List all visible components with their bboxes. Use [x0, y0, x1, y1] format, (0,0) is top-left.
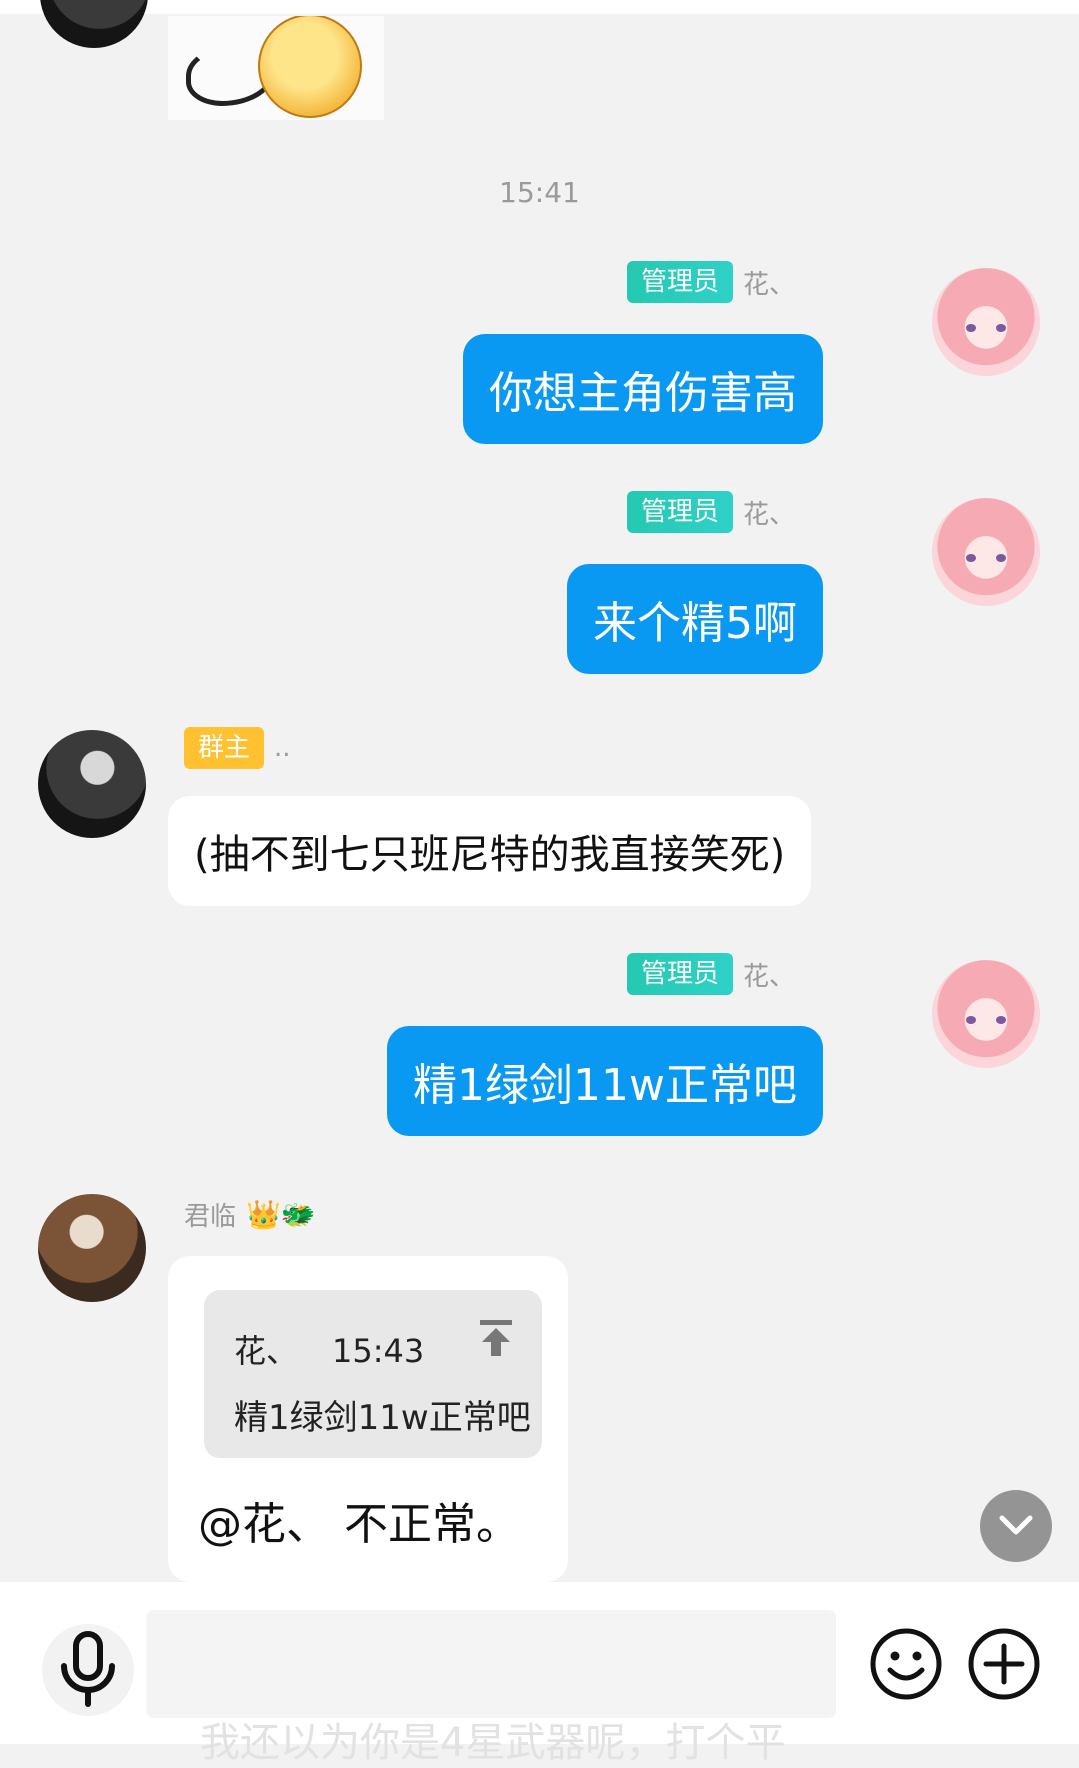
admin-badge: 管理员 — [626, 491, 733, 533]
sender-name: 花、 — [742, 269, 795, 300]
sender-line: 管理员 花、 — [626, 260, 795, 304]
sender-line: 君临 👑🐲 — [184, 1192, 316, 1236]
admin-badge: 管理员 — [626, 261, 733, 303]
sender-line: 管理员 花、 — [626, 952, 795, 996]
avatar-eye — [996, 324, 1006, 332]
avatar-eye — [966, 554, 976, 562]
message-bubble[interactable]: 精1绿剑11w正常吧 — [387, 1026, 823, 1136]
avatar[interactable] — [40, 0, 148, 48]
sender-name: 君临 — [184, 1201, 237, 1232]
avatar[interactable] — [932, 498, 1040, 606]
avatar-eye — [996, 1016, 1006, 1024]
quote-time: 15:43 — [332, 1332, 425, 1370]
chat-message-list[interactable]: 15:41 管理员 花、 你想主角伤害高 管理员 花、 来个精5啊 群主 .. … — [0, 0, 1079, 1582]
chevron-down-icon — [999, 1515, 1033, 1535]
smiley-icon[interactable] — [868, 1626, 944, 1702]
message-timestamp: 15:41 — [499, 176, 580, 209]
sender-name: 花、 — [742, 961, 795, 992]
avatar[interactable] — [932, 960, 1040, 1068]
plus-circle-icon[interactable] — [966, 1626, 1042, 1702]
sender-name: 花、 — [742, 499, 795, 530]
owner-badge: 群主 — [184, 727, 265, 769]
avatar-eye — [966, 1016, 976, 1024]
scroll-to-bottom-button[interactable] — [980, 1490, 1052, 1562]
avatar[interactable] — [38, 1194, 146, 1302]
quoted-message[interactable]: 花、 15:43 精1绿剑11w正常吧 — [204, 1290, 542, 1458]
sticker-image[interactable] — [168, 16, 384, 120]
microphone-icon[interactable] — [38, 1620, 138, 1720]
avatar[interactable] — [932, 268, 1040, 376]
message-bubble[interactable]: 你想主角伤害高 — [463, 334, 823, 444]
message-bubble[interactable]: 来个精5啊 — [567, 564, 823, 674]
reply-text: @花、 不正常。 — [198, 1499, 520, 1550]
admin-badge: 管理员 — [626, 953, 733, 995]
message-input-ghost-text: 我还以为你是4星武器呢，打个平 — [200, 1720, 786, 1766]
sender-line: 群主 .. — [184, 726, 291, 770]
input-toolbar: 我还以为你是4星武器呢，打个平 — [0, 1582, 1079, 1766]
jump-to-top-icon[interactable] — [478, 1318, 514, 1358]
sticker-smiley-face — [258, 16, 362, 118]
quote-header: 花、 15:43 — [234, 1326, 424, 1372]
reply-message-bubble[interactable]: 花、 15:43 精1绿剑11w正常吧 @花、 不正常。 — [168, 1256, 568, 1582]
sender-line: 管理员 花、 — [626, 490, 795, 534]
message-bubble[interactable]: (抽不到七只班尼特的我直接笑死) — [168, 796, 812, 906]
message-input[interactable] — [146, 1610, 836, 1718]
avatar-eye — [966, 324, 976, 332]
crown-dragon-decor: 👑🐲 — [246, 1197, 316, 1231]
status-bar-edge — [0, 0, 1079, 14]
quote-text: 精1绿剑11w正常吧 — [234, 1398, 531, 1438]
avatar[interactable] — [38, 730, 146, 838]
avatar-eye — [996, 554, 1006, 562]
quote-sender: 花、 — [234, 1332, 299, 1370]
sender-name: .. — [274, 733, 291, 763]
